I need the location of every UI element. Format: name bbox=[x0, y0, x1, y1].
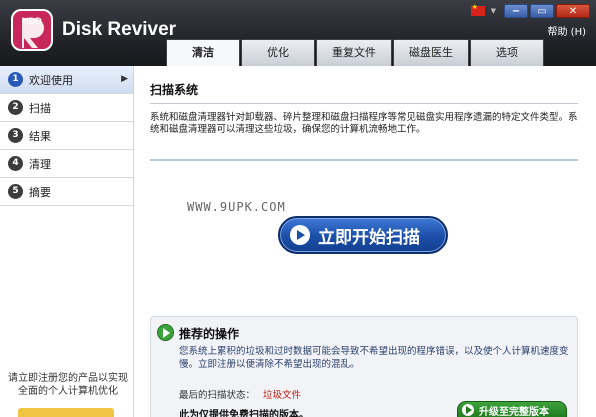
recommended-actions-panel: 推荐的操作 您系统上累积的垃圾和过时数据可能会导致不希望出现的程序错误，以及使个… bbox=[150, 316, 578, 417]
step-number: 2 bbox=[8, 100, 23, 115]
last-scan-label: 最后的扫描状态： bbox=[179, 390, 256, 401]
upgrade-button[interactable]: 升级至完整版本 bbox=[457, 401, 567, 417]
sidebar-item-label: 结果 bbox=[29, 129, 51, 143]
step-number: 4 bbox=[8, 156, 23, 171]
language-flag-icon[interactable] bbox=[470, 3, 485, 16]
tab-options[interactable]: 选项 bbox=[470, 39, 544, 66]
play-icon bbox=[290, 225, 310, 245]
arrow-right-icon bbox=[157, 324, 174, 341]
tab-disk-doctor[interactable]: 磁盘医生 bbox=[393, 39, 469, 66]
app-header: HDD Disk Reviver ▼ − ▭ ✕ 帮助 (H) 清洁 优化 重复… bbox=[0, 0, 596, 67]
divider bbox=[150, 103, 578, 104]
chevron-right-icon: ▶ bbox=[121, 74, 128, 84]
chevron-down-icon[interactable]: ▼ bbox=[491, 7, 496, 15]
app-logo: HDD bbox=[11, 9, 53, 51]
sidebar-item-label: 扫描 bbox=[29, 101, 51, 115]
sidebar-item-welcome[interactable]: 1 欢迎使用 ▶ bbox=[0, 66, 133, 94]
sidebar-item-results[interactable]: 3 结果 bbox=[0, 122, 133, 150]
recommended-title: 推荐的操作 bbox=[179, 327, 240, 341]
sidebar-item-label: 欢迎使用 bbox=[29, 73, 73, 87]
recommended-description: 您系统上累积的垃圾和过时数据可能会导致不希望出现的程序错误，以及使个人计算机速度… bbox=[179, 346, 569, 370]
tab-duplicate-files[interactable]: 重复文件 bbox=[316, 39, 392, 66]
sidebar-item-label: 清理 bbox=[29, 157, 51, 171]
maximize-button[interactable]: ▭ bbox=[530, 4, 554, 18]
sidebar: 1 欢迎使用 ▶ 2 扫描 3 结果 4 清理 5 摘要 请立即注册您的产品以实… bbox=[0, 66, 134, 417]
minimize-button[interactable]: − bbox=[504, 4, 528, 18]
step-number: 1 bbox=[8, 72, 23, 87]
free-version-note: 此为仅提供免费扫描的版本。 bbox=[179, 410, 309, 417]
sidebar-item-clean[interactable]: 4 清理 bbox=[0, 150, 133, 178]
step-number: 5 bbox=[8, 184, 23, 199]
tab-optimize[interactable]: 优化 bbox=[241, 39, 315, 66]
start-scan-label: 立即开始扫描 bbox=[318, 227, 420, 248]
upgrade-label: 升级至完整版本 bbox=[479, 406, 549, 417]
register-promo-text: 请立即注册您的产品以实现全面的个人计算机优化 bbox=[8, 373, 128, 397]
page-title: 扫描系统 bbox=[150, 83, 199, 97]
step-number: 3 bbox=[8, 128, 23, 143]
tab-clean[interactable]: 清洁 bbox=[166, 39, 240, 67]
window-controls: ▼ − ▭ ✕ bbox=[470, 3, 590, 18]
sidebar-item-summary[interactable]: 5 摘要 bbox=[0, 178, 133, 206]
main-panel: 扫描系统 系统和磁盘清理器针对卸载器、碎片整理和磁盘扫描程序等常见磁盘实用程序遗… bbox=[135, 66, 596, 417]
watermark: WWW.9UPK.COM bbox=[187, 200, 286, 214]
last-scan-value[interactable]: 垃圾文件 bbox=[263, 390, 301, 401]
help-link[interactable]: 帮助 (H) bbox=[547, 23, 586, 38]
sidebar-item-scan[interactable]: 2 扫描 bbox=[0, 94, 133, 122]
app-title: Disk Reviver bbox=[62, 19, 177, 40]
start-scan-button[interactable]: 立即开始扫描 bbox=[278, 216, 448, 254]
close-button[interactable]: ✕ bbox=[556, 4, 590, 18]
last-scan-status: 最后的扫描状态： 垃圾文件 bbox=[179, 387, 301, 401]
divider bbox=[150, 159, 578, 161]
sidebar-item-label: 摘要 bbox=[29, 185, 51, 199]
register-button[interactable] bbox=[18, 408, 114, 417]
svg-text:HDD: HDD bbox=[22, 16, 42, 26]
main-tabs: 清洁 优化 重复文件 磁盘医生 选项 bbox=[166, 39, 544, 67]
page-description: 系统和磁盘清理器针对卸载器、碎片整理和磁盘扫描程序等常见磁盘实用程序遗漏的特定文… bbox=[150, 112, 578, 135]
play-icon bbox=[462, 404, 474, 416]
